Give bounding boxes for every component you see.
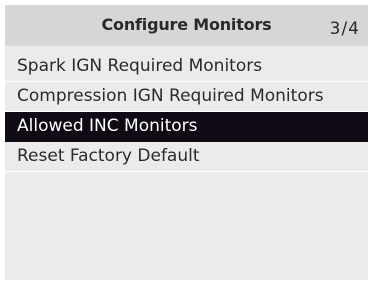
header-bar: Configure Monitors 3/4 bbox=[5, 5, 368, 46]
menu-item-compression-ign-required-monitors[interactable]: Compression IGN Required Monitors bbox=[5, 82, 368, 112]
menu-item-spark-ign-required-monitors[interactable]: Spark IGN Required Monitors bbox=[5, 52, 368, 82]
monitor-menu: Spark IGN Required Monitors Compression … bbox=[5, 52, 368, 172]
menu-item-reset-factory-default[interactable]: Reset Factory Default bbox=[5, 142, 368, 172]
page-indicator: 3/4 bbox=[329, 19, 360, 39]
device-screen: Configure Monitors 3/4 Spark IGN Require… bbox=[5, 5, 368, 280]
menu-item-allowed-inc-monitors[interactable]: Allowed INC Monitors bbox=[5, 112, 368, 142]
page-title: Configure Monitors bbox=[101, 15, 272, 34]
